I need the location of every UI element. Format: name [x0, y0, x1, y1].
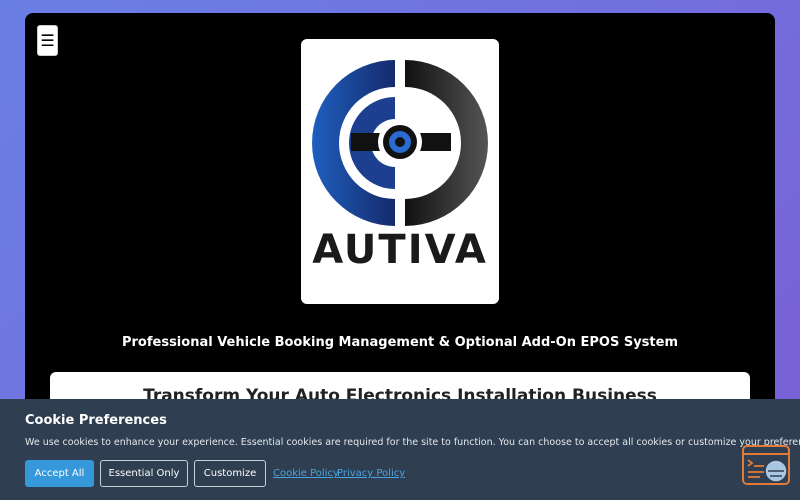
cookie-policy-link[interactable]: Cookie Policy — [273, 468, 339, 479]
customize-button[interactable]: Customize — [194, 460, 266, 487]
logo: AUTIVA — [301, 39, 499, 304]
essential-only-button[interactable]: Essential Only — [100, 460, 188, 487]
hamburger-icon: ☰ — [40, 30, 55, 50]
logo-wordmark: AUTIVA — [312, 227, 488, 273]
accept-all-button[interactable]: Accept All — [25, 460, 94, 487]
cookie-settings-icon — [742, 445, 790, 485]
cookie-title: Cookie Preferences — [25, 413, 167, 428]
cookie-banner: Cookie Preferences We use cookies to enh… — [0, 399, 800, 500]
autiva-logo-icon — [312, 60, 488, 226]
cookie-settings-button[interactable] — [742, 445, 790, 485]
tagline: Professional Vehicle Booking Management … — [121, 335, 678, 350]
menu-button[interactable]: ☰ — [37, 25, 58, 56]
cookie-description: We use cookies to enhance your experienc… — [25, 437, 800, 448]
privacy-policy-link[interactable]: Privacy Policy — [337, 468, 405, 479]
